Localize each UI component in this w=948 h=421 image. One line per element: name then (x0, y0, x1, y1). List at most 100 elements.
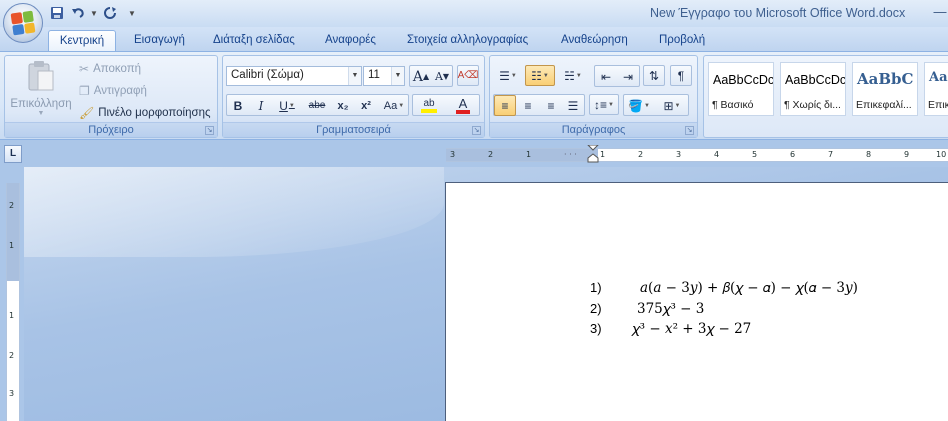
italic-button[interactable]: I (250, 95, 272, 116)
redo-icon[interactable] (101, 4, 119, 22)
multilevel-list-button[interactable]: ☵ ▼ (558, 65, 588, 86)
undo-icon[interactable] (69, 4, 87, 22)
ruler-tick: 8 (866, 150, 872, 159)
underline-label: U (279, 98, 288, 113)
highlight-button[interactable]: ab (413, 95, 445, 116)
font-color-icon: A (455, 97, 471, 114)
tab-view[interactable]: Προβολή (659, 30, 705, 51)
cut-button[interactable]: ✂ Αποκοπή (79, 60, 141, 78)
equation-text: 375𝜒³ − 3 (637, 301, 705, 317)
numbering-icon: ☷ (531, 68, 542, 83)
copy-icon: ❐ (79, 84, 90, 98)
ruler-tick: 2 (9, 201, 15, 210)
show-marks-icon[interactable]: ¶ (670, 65, 692, 86)
style-normal[interactable]: AaBbCcDc ¶ Βασικό (708, 62, 774, 116)
tab-page-layout[interactable]: Διάταξη σελίδας (213, 30, 295, 51)
office-button[interactable] (3, 3, 43, 43)
style-sample: AaBbCcDc (785, 73, 846, 87)
strikethrough-button[interactable]: abe (304, 95, 330, 116)
change-case-button[interactable]: Aa ▼ (380, 95, 408, 116)
font-launcher-icon[interactable]: ↘ (472, 126, 481, 135)
borders-icon: ⊞ (663, 98, 674, 113)
indent-marker-icon[interactable] (586, 145, 600, 163)
font-name-value: Calibri (Σώμα) (231, 69, 304, 81)
chevron-down-icon[interactable]: ▼ (348, 67, 361, 85)
superscript-button[interactable]: x² (355, 95, 377, 116)
tab-insert[interactable]: Εισαγωγή (134, 30, 185, 51)
customize-icon[interactable]: ▼ (128, 4, 136, 22)
multilevel-list-icon: ☵ (564, 68, 575, 83)
undo-dropdown-icon[interactable]: ▼ (90, 4, 98, 22)
save-icon[interactable] (48, 4, 66, 22)
shrink-font-button[interactable]: A ▼ (431, 66, 453, 87)
bold-button[interactable]: B (227, 95, 249, 116)
tab-mailings[interactable]: Στοιχεία αλληλογραφίας (407, 30, 528, 51)
paste-icon (28, 61, 54, 91)
style-heading-1[interactable]: AaBbC Επικεφαλί... (852, 62, 918, 116)
scissors-icon: ✂ (79, 62, 90, 76)
borders-button[interactable]: ⊞ ▼ (657, 95, 687, 116)
style-heading-2[interactable]: AaBbCc Επικ (924, 62, 948, 116)
quick-access-toolbar: ▼ ▼ (48, 4, 136, 22)
justify-icon[interactable]: ☰ (562, 95, 584, 116)
style-name: ¶ Βασικό (712, 99, 754, 111)
copy-button[interactable]: ❐ Αντιγραφή (79, 82, 147, 100)
ruler-tick: 6 (790, 150, 796, 159)
align-right-icon[interactable]: ≡ (540, 95, 562, 116)
paint-bucket-icon: 🪣 (628, 98, 643, 113)
line-spacing-button[interactable]: ↕≡ ▼ (589, 94, 619, 115)
grow-font-button[interactable]: A ▲ (410, 66, 432, 87)
font-color-button[interactable]: A (448, 95, 478, 116)
increase-indent-icon[interactable]: ⇥ (617, 66, 639, 87)
change-case-label: Aa (383, 99, 398, 112)
clipboard-group-label: Πρόχειρο (5, 122, 217, 137)
align-left-icon[interactable]: ≡ (494, 95, 516, 116)
tab-review[interactable]: Αναθεώρηση (561, 30, 628, 51)
tab-home[interactable]: Κεντρική (48, 30, 116, 51)
clipboard-launcher-icon[interactable]: ↘ (205, 126, 214, 135)
paste-label: Επικόλληση (10, 98, 72, 110)
format-painter-label: Πινέλο μορφοποίησης (98, 107, 211, 119)
paste-button[interactable]: Επικόλληση ▼ (10, 59, 72, 119)
sort-icon[interactable]: ⇅ (643, 65, 665, 86)
ruler-tick: 2 (638, 150, 644, 159)
tab-references[interactable]: Αναφορές (325, 30, 376, 51)
decrease-indent-icon[interactable]: ⇤ (595, 66, 617, 87)
ruler-tick: 7 (828, 150, 834, 159)
font-group-label: Γραμματοσειρά (223, 122, 484, 137)
clear-formatting-button[interactable]: A⌫ (457, 65, 479, 86)
horizontal-ruler[interactable]: 3 2 1 · · · 1 2 3 4 5 6 7 8 9 10 (446, 145, 948, 163)
numbering-button[interactable]: ☷ ▼ (525, 65, 555, 86)
font-size-combo[interactable]: 11 ▼ (363, 66, 405, 86)
clear-formatting-icon: A⌫ (457, 70, 479, 81)
styles-gallery: AaBbCcDc ¶ Βασικό AaBbCcDc ¶ Χωρίς δι...… (703, 55, 948, 138)
style-no-spacing[interactable]: AaBbCcDc ¶ Χωρίς δι... (780, 62, 846, 116)
ruler-tick: 1 (9, 311, 15, 320)
chevron-down-icon[interactable]: ▼ (391, 67, 404, 85)
subscript-button[interactable]: x₂ (332, 95, 354, 116)
office-logo-icon (10, 10, 36, 36)
ruler-tick: 3 (676, 150, 682, 159)
chevron-down-icon: ▼ (510, 72, 517, 79)
shrink-font-icon: A (434, 70, 443, 83)
bullets-button[interactable]: ☰ ▼ (493, 65, 523, 86)
vertical-ruler[interactable]: 2 1 1 2 3 (6, 183, 20, 421)
paragraph-launcher-icon[interactable]: ↘ (685, 126, 694, 135)
format-painter-button[interactable]: 🖌 Πινέλο μορφοποίησης (79, 104, 211, 122)
ruler-tick: 9 (904, 150, 910, 159)
style-sample: AaBbCcDc (713, 73, 774, 87)
align-center-icon[interactable]: ≡ (517, 95, 539, 116)
shading-button[interactable]: 🪣 ▼ (624, 95, 654, 116)
ruler-tick: 1 (9, 241, 15, 250)
chevron-down-icon: ▼ (575, 72, 582, 79)
underline-button[interactable]: U ▼ (273, 95, 301, 116)
chevron-down-icon: ▼ (288, 102, 295, 109)
paste-dropdown-icon[interactable]: ▼ (10, 110, 72, 117)
tab-selector-button[interactable]: L (4, 145, 22, 163)
document-page[interactable]: 1) 𝑎(𝑎 − 3𝑦) + 𝛽(𝜒 − 𝛼) − 𝜒(𝛼 − 3𝑦) 2) 3… (445, 182, 948, 421)
list-number: 3) (590, 321, 602, 336)
ruler-top-margin (7, 183, 19, 281)
font-name-combo[interactable]: Calibri (Σώμα) ▼ (226, 66, 362, 86)
chevron-down-icon: ▼ (542, 72, 549, 79)
minimize-icon[interactable]: — (930, 4, 948, 22)
